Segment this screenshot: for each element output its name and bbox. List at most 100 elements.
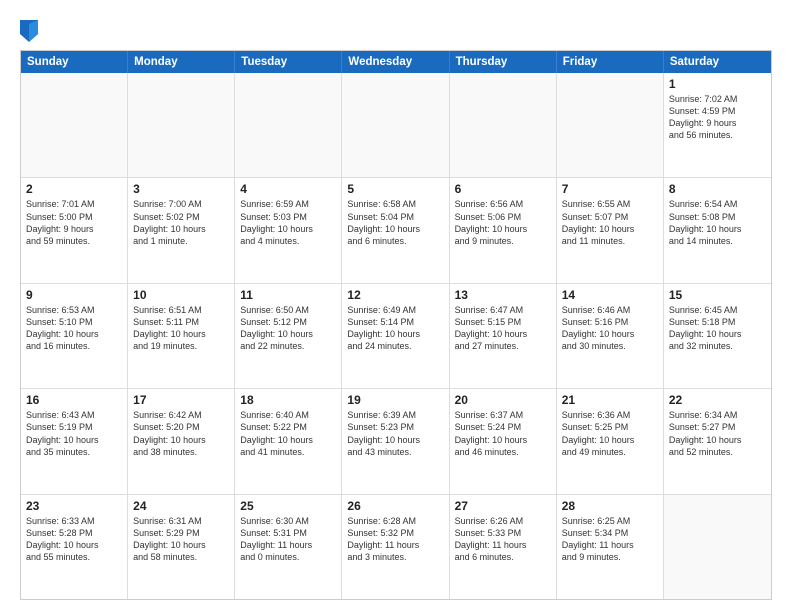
calendar-cell: 28Sunrise: 6:25 AM Sunset: 5:34 PM Dayli…	[557, 495, 664, 599]
day-details: Sunrise: 6:58 AM Sunset: 5:04 PM Dayligh…	[347, 198, 443, 247]
day-details: Sunrise: 6:42 AM Sunset: 5:20 PM Dayligh…	[133, 409, 229, 458]
calendar-cell: 16 Sunrise: 6:43 AM Sunset: 5:19 PM Dayli…	[21, 389, 128, 493]
day-details: Sunrise: 6:47 AM Sunset: 5:15 PM Dayligh…	[455, 304, 551, 353]
calendar-body: 1 Sunrise: 7:02 AM Sunset: 4:59 PM Daylig…	[21, 73, 771, 599]
calendar-cell: 15 Sunrise: 6:45 AM Sunset: 5:18 PM Dayli…	[664, 284, 771, 388]
day-number: 13	[455, 288, 551, 302]
day-details: Sunrise: 6:26 AM Sunset: 5:33 PM Dayligh…	[455, 515, 551, 564]
day-details: Sunrise: 6:43 AM Sunset: 5:19 PM Dayligh…	[26, 409, 122, 458]
day-number: 4	[240, 182, 336, 196]
calendar-cell: 10Sunrise: 6:51 AM Sunset: 5:11 PM Dayli…	[128, 284, 235, 388]
calendar-cell: 19 Sunrise: 6:39 AM Sunset: 5:23 PM Dayli…	[342, 389, 449, 493]
day-number: 11	[240, 288, 336, 302]
day-number: 8	[669, 182, 766, 196]
calendar-row-4: 23 Sunrise: 6:33 AM Sunset: 5:28 PM Dayli…	[21, 495, 771, 599]
calendar-cell	[664, 495, 771, 599]
calendar-cell: 1 Sunrise: 7:02 AM Sunset: 4:59 PM Daylig…	[664, 73, 771, 177]
day-details: Sunrise: 6:45 AM Sunset: 5:18 PM Dayligh…	[669, 304, 766, 353]
calendar-cell	[128, 73, 235, 177]
calendar-cell: 9 Sunrise: 6:53 AM Sunset: 5:10 PM Daylig…	[21, 284, 128, 388]
day-number: 14	[562, 288, 658, 302]
calendar-cell: 11 Sunrise: 6:50 AM Sunset: 5:12 PM Dayli…	[235, 284, 342, 388]
logo	[20, 20, 40, 42]
calendar-cell: 22 Sunrise: 6:34 AM Sunset: 5:27 PM Dayli…	[664, 389, 771, 493]
day-number: 17	[133, 393, 229, 407]
day-details: Sunrise: 6:30 AM Sunset: 5:31 PM Dayligh…	[240, 515, 336, 564]
calendar-cell: 20 Sunrise: 6:37 AM Sunset: 5:24 PM Dayli…	[450, 389, 557, 493]
day-number: 2	[26, 182, 122, 196]
day-details: Sunrise: 6:37 AM Sunset: 5:24 PM Dayligh…	[455, 409, 551, 458]
day-details: Sunrise: 6:54 AM Sunset: 5:08 PM Dayligh…	[669, 198, 766, 247]
day-number: 24	[133, 499, 229, 513]
calendar-cell: 5 Sunrise: 6:58 AM Sunset: 5:04 PM Daylig…	[342, 178, 449, 282]
day-details: Sunrise: 6:50 AM Sunset: 5:12 PM Dayligh…	[240, 304, 336, 353]
day-details: Sunrise: 6:34 AM Sunset: 5:27 PM Dayligh…	[669, 409, 766, 458]
day-number: 19	[347, 393, 443, 407]
header-day-sunday: Sunday	[21, 51, 128, 73]
day-number: 1	[669, 77, 766, 91]
calendar-cell	[557, 73, 664, 177]
header-day-monday: Monday	[128, 51, 235, 73]
calendar-cell: 18 Sunrise: 6:40 AM Sunset: 5:22 PM Dayli…	[235, 389, 342, 493]
calendar-cell: 17 Sunrise: 6:42 AM Sunset: 5:20 PM Dayli…	[128, 389, 235, 493]
day-details: Sunrise: 6:31 AM Sunset: 5:29 PM Dayligh…	[133, 515, 229, 564]
header-day-tuesday: Tuesday	[235, 51, 342, 73]
header-day-saturday: Saturday	[664, 51, 771, 73]
calendar-cell: 26 Sunrise: 6:28 AM Sunset: 5:32 PM Dayli…	[342, 495, 449, 599]
day-number: 20	[455, 393, 551, 407]
calendar-cell	[342, 73, 449, 177]
day-details: Sunrise: 6:49 AM Sunset: 5:14 PM Dayligh…	[347, 304, 443, 353]
calendar-cell: 13 Sunrise: 6:47 AM Sunset: 5:15 PM Dayli…	[450, 284, 557, 388]
day-details: Sunrise: 6:28 AM Sunset: 5:32 PM Dayligh…	[347, 515, 443, 564]
day-number: 15	[669, 288, 766, 302]
calendar-row-2: 9 Sunrise: 6:53 AM Sunset: 5:10 PM Daylig…	[21, 284, 771, 389]
day-number: 23	[26, 499, 122, 513]
calendar-cell: 3Sunrise: 7:00 AM Sunset: 5:02 PM Daylig…	[128, 178, 235, 282]
day-details: Sunrise: 6:53 AM Sunset: 5:10 PM Dayligh…	[26, 304, 122, 353]
day-number: 9	[26, 288, 122, 302]
calendar-cell: 24 Sunrise: 6:31 AM Sunset: 5:29 PM Dayli…	[128, 495, 235, 599]
day-number: 22	[669, 393, 766, 407]
calendar-cell: 27 Sunrise: 6:26 AM Sunset: 5:33 PM Dayli…	[450, 495, 557, 599]
day-details: Sunrise: 6:40 AM Sunset: 5:22 PM Dayligh…	[240, 409, 336, 458]
day-number: 16	[26, 393, 122, 407]
day-details: Sunrise: 6:59 AM Sunset: 5:03 PM Dayligh…	[240, 198, 336, 247]
day-details: Sunrise: 7:01 AM Sunset: 5:00 PM Dayligh…	[26, 198, 122, 247]
day-number: 25	[240, 499, 336, 513]
day-details: Sunrise: 6:51 AM Sunset: 5:11 PM Dayligh…	[133, 304, 229, 353]
day-details: Sunrise: 7:02 AM Sunset: 4:59 PM Dayligh…	[669, 93, 766, 142]
day-number: 7	[562, 182, 658, 196]
day-details: Sunrise: 6:25 AM Sunset: 5:34 PM Dayligh…	[562, 515, 658, 564]
header-day-thursday: Thursday	[450, 51, 557, 73]
calendar-cell	[21, 73, 128, 177]
calendar-cell: 6Sunrise: 6:56 AM Sunset: 5:06 PM Daylig…	[450, 178, 557, 282]
day-details: Sunrise: 6:33 AM Sunset: 5:28 PM Dayligh…	[26, 515, 122, 564]
day-number: 27	[455, 499, 551, 513]
calendar-cell	[235, 73, 342, 177]
calendar-cell: 12 Sunrise: 6:49 AM Sunset: 5:14 PM Dayli…	[342, 284, 449, 388]
day-details: Sunrise: 6:36 AM Sunset: 5:25 PM Dayligh…	[562, 409, 658, 458]
day-details: Sunrise: 6:56 AM Sunset: 5:06 PM Dayligh…	[455, 198, 551, 247]
day-details: Sunrise: 6:39 AM Sunset: 5:23 PM Dayligh…	[347, 409, 443, 458]
header	[20, 16, 772, 42]
calendar-cell: 25 Sunrise: 6:30 AM Sunset: 5:31 PM Dayli…	[235, 495, 342, 599]
calendar-header: SundayMondayTuesdayWednesdayThursdayFrid…	[21, 51, 771, 73]
day-number: 5	[347, 182, 443, 196]
day-number: 26	[347, 499, 443, 513]
calendar: SundayMondayTuesdayWednesdayThursdayFrid…	[20, 50, 772, 600]
calendar-cell: 7Sunrise: 6:55 AM Sunset: 5:07 PM Daylig…	[557, 178, 664, 282]
page: SundayMondayTuesdayWednesdayThursdayFrid…	[0, 0, 792, 612]
day-number: 12	[347, 288, 443, 302]
calendar-cell: 2 Sunrise: 7:01 AM Sunset: 5:00 PM Daylig…	[21, 178, 128, 282]
calendar-cell: 23 Sunrise: 6:33 AM Sunset: 5:28 PM Dayli…	[21, 495, 128, 599]
day-number: 18	[240, 393, 336, 407]
calendar-cell: 4 Sunrise: 6:59 AM Sunset: 5:03 PM Daylig…	[235, 178, 342, 282]
calendar-cell: 21 Sunrise: 6:36 AM Sunset: 5:25 PM Dayli…	[557, 389, 664, 493]
day-details: Sunrise: 6:46 AM Sunset: 5:16 PM Dayligh…	[562, 304, 658, 353]
calendar-cell: 14 Sunrise: 6:46 AM Sunset: 5:16 PM Dayli…	[557, 284, 664, 388]
calendar-row-1: 2 Sunrise: 7:01 AM Sunset: 5:00 PM Daylig…	[21, 178, 771, 283]
day-number: 21	[562, 393, 658, 407]
header-day-friday: Friday	[557, 51, 664, 73]
calendar-cell: 8 Sunrise: 6:54 AM Sunset: 5:08 PM Daylig…	[664, 178, 771, 282]
calendar-row-0: 1 Sunrise: 7:02 AM Sunset: 4:59 PM Daylig…	[21, 73, 771, 178]
